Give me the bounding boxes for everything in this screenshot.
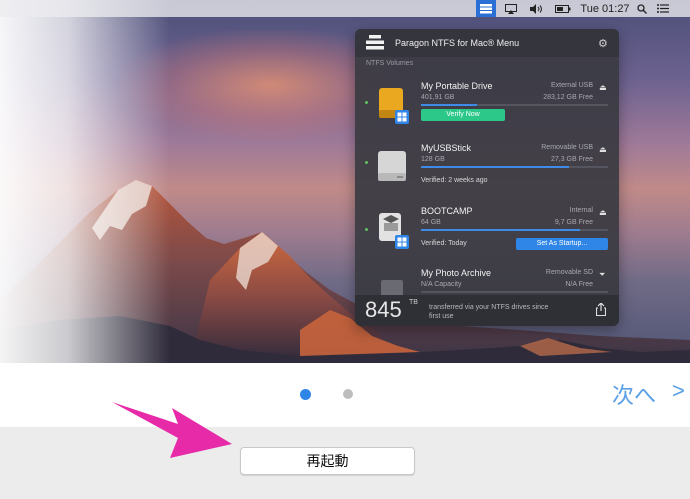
gear-icon[interactable]: ⚙: [598, 37, 608, 50]
volume-size: N/A Capacity: [421, 281, 462, 288]
mounted-indicator-dot: [365, 228, 368, 231]
volume-size: 401,91 GB: [421, 94, 455, 101]
volume-type: Removable SD: [545, 269, 593, 276]
eject-icon[interactable]: ⏏: [599, 208, 607, 217]
volume-name: MyUSBStick: [421, 143, 472, 153]
volume-name: BOOTCAMP: [421, 206, 473, 216]
volume-free-space: N/A Free: [565, 281, 593, 288]
volume-type: External USB: [550, 82, 593, 89]
battery-icon[interactable]: [554, 0, 572, 17]
notification-center-icon[interactable]: [656, 0, 670, 17]
external-drive-icon: [379, 88, 409, 124]
transferred-amount: 845: [365, 297, 402, 322]
paragon-logo-icon: [366, 35, 384, 50]
share-icon[interactable]: [596, 303, 606, 316]
verification-status: Verified: 2 weeks ago: [421, 177, 488, 184]
volume-name: My Photo Archive: [421, 268, 492, 278]
verify-now-button[interactable]: Verify Now: [421, 109, 505, 121]
volume-free-space: 9,7 GB Free: [554, 219, 593, 226]
panel-title: Paragon NTFS for Mac® Menu: [395, 38, 520, 48]
volume-item-my-portable-drive[interactable]: My Portable Drive External USB ⏏ 401,91 …: [355, 81, 619, 127]
mac-desktop-screenshot: Tue 01:27 Paragon NTFS for Mac® Menu ⚙ N…: [0, 0, 690, 363]
mounted-indicator-dot: [365, 161, 368, 164]
paragon-menu-icon[interactable]: [476, 0, 496, 17]
volume-item-my-photo-archive[interactable]: My Photo Archive Removable SD ⏷ N/A Capa…: [355, 268, 619, 298]
mac-menu-bar: Tue 01:27: [0, 0, 690, 17]
transferred-caption: transferred via your NTFS drives since f…: [429, 304, 549, 320]
verification-status: Verified: Today: [421, 240, 467, 247]
volume-free-space: 283,12 GB Free: [543, 94, 593, 101]
mount-icon[interactable]: ⏷: [599, 270, 605, 280]
set-as-startup-button[interactable]: Set As Startup...: [516, 238, 608, 250]
menu-bar-clock[interactable]: Tue 01:27: [580, 0, 630, 17]
volume-size: 64 GB: [421, 219, 441, 226]
pointer-arrow-icon: [112, 402, 232, 458]
volume-item-bootcamp[interactable]: BOOTCAMP Internal ⏏ 64 GB 9,7 GB Free Ve…: [355, 206, 619, 256]
eject-icon[interactable]: ⏏: [599, 83, 607, 92]
ntfs-volumes-label: NTFS Volumes: [366, 60, 414, 67]
volume-name: My Portable Drive: [421, 81, 493, 91]
paragon-ntfs-menu-panel: Paragon NTFS for Mac® Menu ⚙ NTFS Volume…: [355, 29, 619, 326]
volume-icon[interactable]: [528, 0, 546, 17]
mounted-indicator-dot: [365, 101, 368, 104]
page-indicator-active[interactable]: [300, 389, 311, 400]
volume-type: Internal: [569, 207, 593, 214]
panel-header: Paragon NTFS for Mac® Menu ⚙: [355, 29, 619, 57]
volume-size: 128 GB: [421, 156, 445, 163]
volume-type: Removable USB: [541, 144, 593, 151]
chevron-right-icon[interactable]: >: [672, 378, 685, 404]
usage-bar: [421, 104, 608, 106]
panel-footer: 845 TB transferred via your NTFS drives …: [355, 295, 619, 326]
usage-bar: [421, 291, 608, 293]
usage-bar: [421, 166, 608, 168]
airplay-icon[interactable]: [504, 0, 518, 17]
restart-button[interactable]: 再起動: [240, 447, 415, 475]
left-white-fade: [0, 0, 170, 363]
internal-drive-icon: [379, 213, 409, 249]
transferred-unit: TB: [409, 299, 418, 306]
usb-drive-icon: [378, 151, 406, 181]
spotlight-search-icon[interactable]: [636, 0, 648, 17]
eject-icon[interactable]: ⏏: [599, 145, 607, 154]
usage-bar: [421, 229, 608, 231]
volume-free-space: 27,3 GB Free: [550, 156, 593, 163]
page-indicator-inactive[interactable]: [343, 389, 353, 399]
volume-item-myusbstick[interactable]: MyUSBStick Removable USB ⏏ 128 GB 27,3 G…: [355, 143, 619, 189]
next-link[interactable]: 次へ: [612, 378, 656, 410]
